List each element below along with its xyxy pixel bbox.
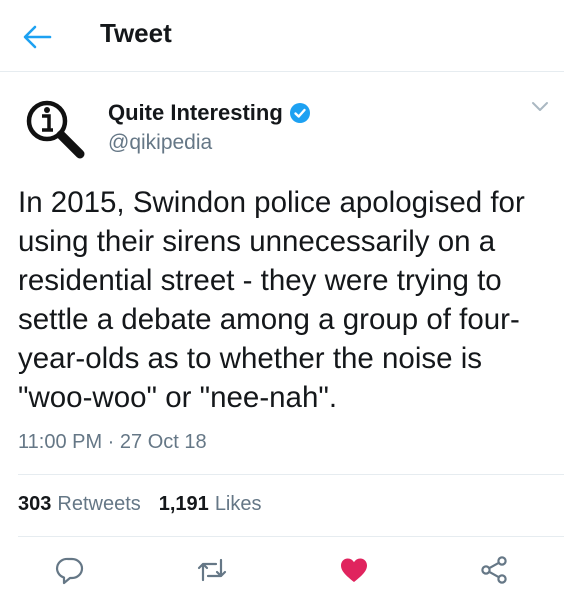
likes-stat[interactable]: 1,191 Likes (159, 493, 262, 516)
tweet-timestamp[interactable]: 11:00 PM · 27 Oct 18 (18, 431, 207, 454)
reply-icon (55, 557, 84, 585)
likes-count: 1,191 (158, 493, 209, 515)
tweet-text: In 2015, Swindon police apologised for u… (18, 186, 525, 414)
author-handle[interactable]: @qikipedia (108, 131, 212, 155)
share-button[interactable] (476, 552, 512, 588)
back-arrow-icon (23, 25, 52, 49)
author-name-text: Quite Interesting (108, 100, 283, 125)
magnifying-glass-i-icon (26, 100, 85, 159)
avatar[interactable] (22, 96, 92, 166)
top-bar: Tweet (0, 0, 564, 72)
retweet-icon (197, 558, 227, 582)
retweets-label: Retweets (57, 493, 141, 515)
like-icon (341, 558, 367, 582)
more-options-button[interactable] (530, 100, 550, 114)
divider (18, 536, 564, 537)
back-button[interactable] (20, 22, 54, 52)
likes-label: Likes (214, 493, 262, 515)
retweets-count: 303 (18, 493, 52, 515)
divider (18, 474, 564, 475)
chevron-down-icon (532, 102, 548, 111)
author-name[interactable]: Quite Interesting (108, 100, 311, 126)
like-button[interactable] (336, 552, 372, 588)
tweet-actions (0, 552, 564, 588)
share-icon (481, 556, 507, 584)
page-title: Tweet (100, 18, 172, 48)
retweets-stat[interactable]: 303 Retweets (18, 493, 141, 516)
verified-badge-icon (289, 103, 310, 123)
tweet-stats: 303 Retweets 1,191 Likes (18, 493, 262, 516)
retweet-button[interactable] (194, 552, 230, 588)
reply-button[interactable] (52, 552, 88, 588)
